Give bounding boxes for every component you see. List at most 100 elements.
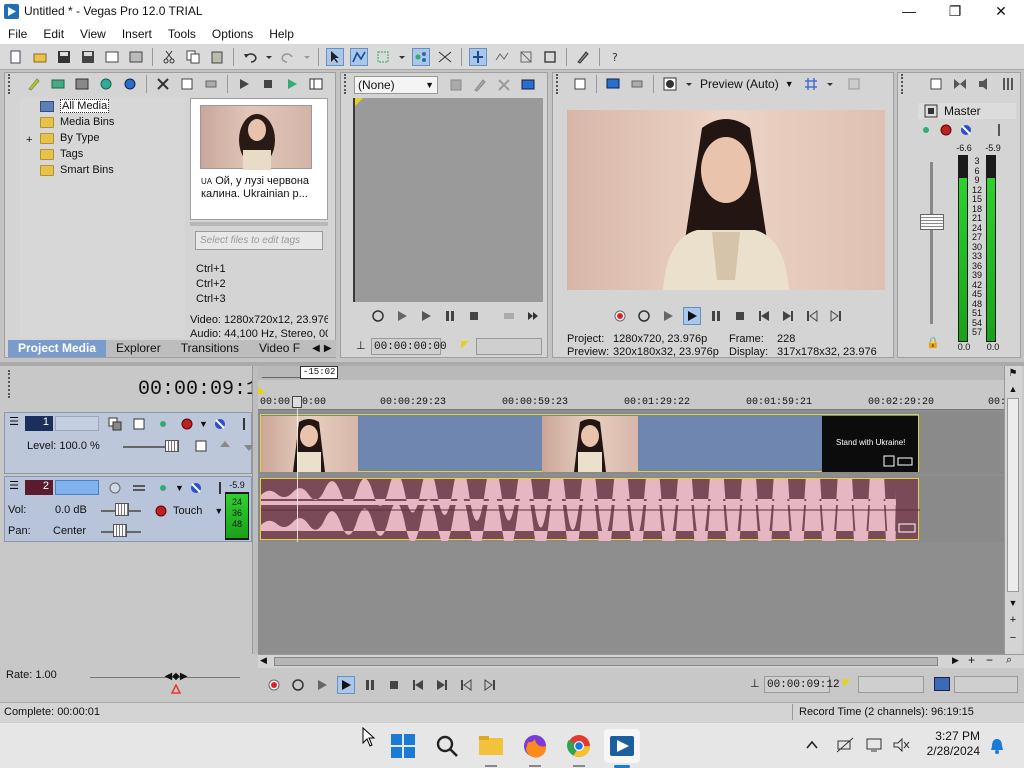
zoom-in-time-icon[interactable]: +: [968, 653, 975, 667]
trimmer-display[interactable]: [353, 98, 543, 302]
previous-frame-icon[interactable]: [457, 676, 475, 694]
preview-properties-icon[interactable]: [571, 75, 589, 93]
volume-muted-icon[interactable]: [892, 737, 910, 753]
ignore-grouping-icon[interactable]: [517, 48, 535, 66]
media-properties-icon[interactable]: [178, 75, 196, 93]
pause-icon[interactable]: [707, 307, 725, 325]
move-up-icon[interactable]: [216, 437, 234, 455]
chrome-button[interactable]: [566, 733, 592, 759]
remove-media-icon[interactable]: [154, 75, 172, 93]
selection-tool-icon[interactable]: [374, 48, 392, 66]
tab-explorer[interactable]: Explorer: [106, 340, 171, 357]
zoom-tool-icon[interactable]: [541, 48, 559, 66]
media-fx-icon[interactable]: [202, 75, 220, 93]
track-fx-icon[interactable]: [178, 415, 196, 433]
video-output-fx-icon[interactable]: [628, 75, 646, 93]
open-folder-icon[interactable]: [31, 48, 49, 66]
copy-icon[interactable]: [184, 48, 202, 66]
audio-event-fx-icon[interactable]: [897, 521, 917, 535]
close-button[interactable]: ✕: [978, 0, 1024, 24]
level-slider-handle[interactable]: [165, 440, 179, 452]
panel-grip[interactable]: [8, 74, 16, 94]
trimmer-timecode[interactable]: 00:00:00:00: [371, 338, 447, 355]
track-number[interactable]: 1: [25, 416, 53, 431]
menu-file[interactable]: File: [0, 25, 35, 43]
scroll-up-icon[interactable]: ▲: [1006, 384, 1020, 396]
play-from-start-icon[interactable]: [659, 307, 677, 325]
go-to-end-icon[interactable]: [779, 307, 797, 325]
record-icon[interactable]: [611, 307, 629, 325]
panel-grip[interactable]: [8, 370, 16, 398]
play-from-start-icon[interactable]: [393, 307, 411, 325]
start-button[interactable]: [390, 733, 416, 759]
tab-video-fx[interactable]: Video F: [249, 340, 310, 357]
lock-envelopes-icon[interactable]: [493, 48, 511, 66]
save-icon[interactable]: [55, 48, 73, 66]
menu-view[interactable]: View: [72, 25, 114, 43]
normal-edit-tool-icon[interactable]: [326, 47, 344, 66]
zoom-out-time-icon[interactable]: −: [986, 653, 993, 667]
expand-toggle-icon[interactable]: +: [26, 134, 32, 146]
search-button[interactable]: [434, 733, 460, 759]
master-properties-icon[interactable]: [927, 75, 945, 93]
selection-length-field[interactable]: [954, 676, 1018, 693]
zoom-in-icon[interactable]: +: [1006, 614, 1020, 628]
redo-dropdown-icon[interactable]: [303, 48, 311, 66]
dim-output-icon[interactable]: [975, 75, 993, 93]
marker-tag[interactable]: -15:02: [300, 366, 339, 379]
get-media-web-icon[interactable]: [73, 75, 91, 93]
bus-pan-icon[interactable]: [917, 121, 935, 139]
playhead-cursor[interactable]: [297, 398, 298, 542]
track-name-field[interactable]: [55, 480, 99, 495]
split-dropdown-icon[interactable]: [685, 75, 693, 93]
menu-tools[interactable]: Tools: [160, 25, 204, 43]
trimmer-media-dropdown[interactable]: (None) ▼: [354, 76, 438, 94]
menu-insert[interactable]: Insert: [114, 25, 160, 43]
paste-icon[interactable]: [208, 48, 226, 66]
media-thumbnail[interactable]: [200, 105, 312, 172]
refresh-icon[interactable]: [97, 75, 115, 93]
track-name-field[interactable]: [55, 416, 99, 431]
track-expand-icon[interactable]: ☰: [7, 480, 21, 494]
splitter[interactable]: [190, 222, 328, 226]
vol-slider-handle[interactable]: [115, 503, 129, 516]
go-to-start-icon[interactable]: [409, 676, 427, 694]
go-to-end-icon[interactable]: [433, 676, 451, 694]
redo-icon[interactable]: [279, 48, 297, 66]
clock[interactable]: 3:27 PM 2/28/2024: [920, 729, 980, 759]
zoom-tool-icon[interactable]: ⌕: [1006, 654, 1012, 667]
menu-help[interactable]: Help: [261, 25, 302, 43]
render-icon[interactable]: [127, 48, 145, 66]
notifications-button[interactable]: [988, 737, 1006, 755]
trim-go-icon[interactable]: [500, 307, 518, 325]
tree-item-by-type[interactable]: By Type: [40, 130, 100, 146]
snapping-icon[interactable]: [469, 47, 487, 66]
firefox-button[interactable]: [522, 733, 548, 759]
trimmer-remove-icon[interactable]: [495, 76, 513, 94]
panel-grip[interactable]: [344, 74, 352, 94]
play-icon[interactable]: [337, 676, 355, 694]
new-file-icon[interactable]: [7, 48, 25, 66]
tab-scroll-right-icon[interactable]: ▶: [322, 340, 334, 357]
trimmer-length-field[interactable]: [476, 338, 542, 355]
next-frame-icon[interactable]: [481, 676, 499, 694]
whats-this-help-icon[interactable]: ?: [607, 48, 625, 66]
tree-item-all-media[interactable]: All Media: [40, 98, 110, 114]
panel-grip[interactable]: [901, 74, 909, 94]
auto-preview-icon[interactable]: [283, 75, 301, 93]
arm-record-icon[interactable]: [106, 479, 124, 497]
network-icon[interactable]: [836, 737, 854, 753]
preview-quality-label[interactable]: Preview (Auto): [700, 77, 779, 91]
play-icon[interactable]: [417, 307, 435, 325]
rate-slider-handle[interactable]: ◀◆▶: [164, 671, 188, 683]
preview-stop-icon[interactable]: [259, 75, 277, 93]
tab-project-media[interactable]: Project Media: [8, 340, 107, 357]
copy-snapshot-icon[interactable]: [845, 75, 863, 93]
pan-dropdown-icon[interactable]: ▼: [175, 483, 184, 493]
pause-icon[interactable]: [441, 307, 459, 325]
loop-icon[interactable]: [369, 307, 387, 325]
automation-mode[interactable]: Touch ▼: [149, 502, 223, 520]
playhead-handle[interactable]: [292, 396, 302, 408]
track-pan-icon[interactable]: [154, 479, 172, 497]
timeline-timecode[interactable]: 00:00:09:12: [138, 378, 270, 401]
